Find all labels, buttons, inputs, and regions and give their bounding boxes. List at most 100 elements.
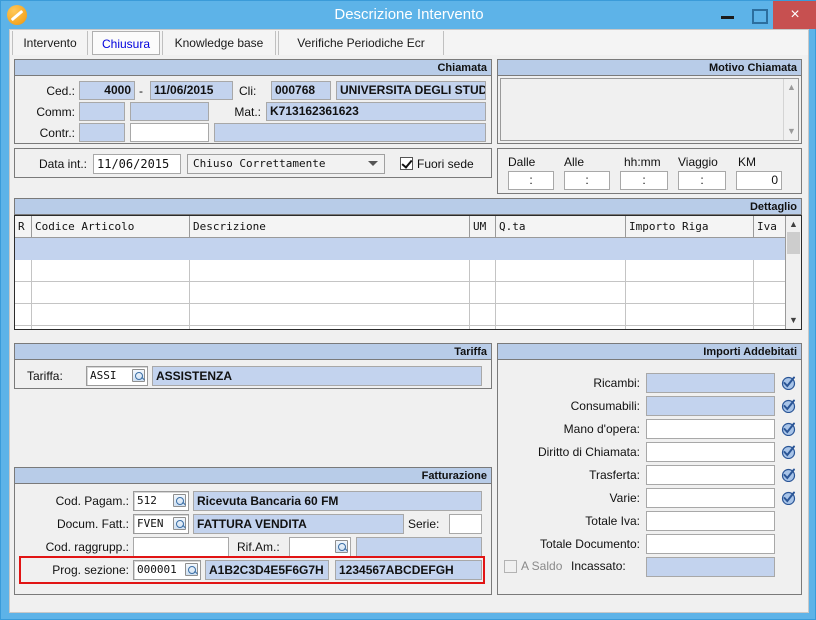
- field-cli-name[interactable]: UNIVERSITA DEGLI STUDI: [336, 81, 486, 100]
- scrollbar-thumb[interactable]: [787, 232, 800, 254]
- table-row[interactable]: [15, 238, 786, 260]
- group-chiamata-title: Chiamata: [15, 60, 491, 76]
- label-alle: Alle: [564, 155, 585, 169]
- application-window: Descrizione Intervento × Intervento Chiu…: [0, 0, 816, 620]
- field-contr-desc[interactable]: [214, 123, 486, 142]
- label-diritto-chiamata: Diritto di Chiamata:: [537, 445, 640, 459]
- field-cli-code[interactable]: 000768: [271, 81, 331, 100]
- field-prog-sezione-2[interactable]: A1B2C3D4E5F6G7H: [205, 560, 329, 580]
- field-ced-date[interactable]: 11/06/2015: [150, 81, 233, 100]
- label-mano-opera: Mano d'opera:: [563, 422, 640, 436]
- textarea-motivo-chiamata[interactable]: ▲ ▼: [500, 78, 799, 141]
- tab-bar: Intervento Chiusura Knowledge base Verif…: [9, 29, 809, 55]
- field-hhmm[interactable]: :: [620, 171, 668, 190]
- field-docum-fatt-code-value: FVEN: [137, 517, 164, 530]
- col-header-descrizione[interactable]: Descrizione: [190, 216, 470, 237]
- field-consumabili[interactable]: [646, 396, 775, 416]
- col-header-iva[interactable]: Iva: [754, 216, 786, 237]
- field-serie[interactable]: [449, 514, 482, 534]
- field-incassato[interactable]: [646, 557, 775, 577]
- scroll-up-icon[interactable]: ▲: [788, 219, 799, 230]
- select-stato-chiusura[interactable]: Chiuso Correttamente: [187, 154, 385, 174]
- field-contr-ref[interactable]: [130, 123, 209, 142]
- field-diritto-chiamata[interactable]: [646, 442, 775, 462]
- check-circle-icon[interactable]: [781, 398, 796, 414]
- search-icon[interactable]: [185, 563, 198, 576]
- label-a-saldo: A Saldo: [521, 559, 563, 573]
- label-km: KM: [738, 155, 756, 169]
- field-mat[interactable]: K713162361623: [266, 102, 486, 121]
- group-fatturazione: Fatturazione Cod. Pagam.: 512 Ricevuta B…: [14, 467, 492, 595]
- field-totale-iva[interactable]: [646, 511, 775, 531]
- col-header-um[interactable]: UM: [470, 216, 496, 237]
- field-totale-documento[interactable]: [646, 534, 775, 554]
- field-cod-pagam-code[interactable]: 512: [133, 491, 189, 511]
- field-cod-pagam-desc[interactable]: Ricevuta Bancaria 60 FM: [193, 491, 482, 511]
- group-dettaglio-title: Dettaglio: [15, 199, 801, 215]
- field-docum-fatt-code[interactable]: FVEN: [133, 514, 189, 534]
- col-header-r[interactable]: R: [15, 216, 32, 237]
- group-tempi: Dalle : Alle : hh:mm : Viaggio : KM 0: [497, 148, 802, 194]
- scroll-down-icon[interactable]: ▼: [786, 126, 797, 137]
- group-motivo-title: Motivo Chiamata: [498, 60, 801, 76]
- close-button[interactable]: ×: [773, 1, 816, 29]
- search-icon[interactable]: [132, 369, 145, 382]
- tab-knowledge-base[interactable]: Knowledge base: [162, 31, 276, 55]
- scroll-up-icon[interactable]: ▲: [786, 82, 797, 93]
- field-rif-am-code[interactable]: [289, 537, 351, 557]
- field-rif-am-desc[interactable]: [356, 537, 482, 557]
- title-bar: Descrizione Intervento ×: [1, 1, 816, 29]
- check-circle-icon[interactable]: [781, 444, 796, 460]
- field-varie[interactable]: [646, 488, 775, 508]
- search-icon[interactable]: [173, 517, 186, 530]
- col-header-codice-articolo[interactable]: Codice Articolo: [32, 216, 190, 237]
- col-header-qta[interactable]: Q.ta: [496, 216, 626, 237]
- minimize-button[interactable]: [713, 1, 743, 29]
- field-dalle[interactable]: :: [508, 171, 554, 190]
- table-row[interactable]: [15, 304, 786, 326]
- field-comm-code[interactable]: [79, 102, 125, 121]
- table-scrollbar[interactable]: ▲ ▼: [785, 216, 801, 329]
- field-docum-fatt-desc[interactable]: FATTURA VENDITA: [193, 514, 404, 534]
- table-row[interactable]: [15, 282, 786, 304]
- table-dettaglio[interactable]: R Codice Articolo Descrizione UM Q.ta Im…: [14, 215, 802, 330]
- group-importi-title: Importi Addebitati: [498, 344, 801, 360]
- check-circle-icon[interactable]: [781, 490, 796, 506]
- field-cod-raggrupp[interactable]: [133, 537, 229, 557]
- label-hhmm: hh:mm: [624, 155, 661, 169]
- table-row[interactable]: [15, 260, 786, 282]
- field-km[interactable]: 0: [736, 171, 782, 190]
- group-chiamata: Chiamata Ced.: 4000 - 11/06/2015 Cli: 00…: [14, 59, 492, 144]
- tab-verifiche-periodiche-ecr[interactable]: Verifiche Periodiche Ecr: [278, 31, 444, 55]
- check-circle-icon[interactable]: [781, 375, 796, 391]
- label-trasferta: Trasferta:: [589, 468, 640, 482]
- field-mano-opera[interactable]: [646, 419, 775, 439]
- field-prog-sezione-3[interactable]: 1234567ABCDEFGH: [335, 560, 482, 580]
- field-prog-sezione[interactable]: 000001: [133, 560, 201, 580]
- field-data-int[interactable]: 11/06/2015: [93, 154, 181, 174]
- col-header-importo-riga[interactable]: Importo Riga: [626, 216, 754, 237]
- scroll-down-icon[interactable]: ▼: [788, 315, 799, 326]
- field-viaggio[interactable]: :: [678, 171, 726, 190]
- field-contr-code[interactable]: [79, 123, 125, 142]
- field-trasferta[interactable]: [646, 465, 775, 485]
- maximize-button[interactable]: [743, 1, 773, 29]
- field-tariffa-code[interactable]: ASSI: [86, 366, 148, 386]
- label-cod-raggrupp: Cod. raggrupp.:: [45, 540, 129, 554]
- tab-intervento[interactable]: Intervento: [12, 31, 88, 55]
- field-comm-name[interactable]: [130, 102, 209, 121]
- check-circle-icon[interactable]: [781, 421, 796, 437]
- field-alle[interactable]: :: [564, 171, 610, 190]
- checkbox-fuori-sede[interactable]: [400, 157, 413, 170]
- field-ced-code[interactable]: 4000: [79, 81, 135, 100]
- table-row[interactable]: [15, 326, 786, 329]
- check-circle-icon[interactable]: [781, 467, 796, 483]
- checkbox-a-saldo[interactable]: [504, 560, 517, 573]
- motivo-scrollbar[interactable]: ▲ ▼: [783, 79, 798, 140]
- search-icon[interactable]: [335, 540, 348, 553]
- group-fatturazione-title: Fatturazione: [15, 468, 491, 484]
- tab-chiusura[interactable]: Chiusura: [92, 31, 160, 55]
- field-ricambi[interactable]: [646, 373, 775, 393]
- field-tariffa-descrizione[interactable]: ASSISTENZA: [152, 366, 482, 386]
- search-icon[interactable]: [173, 494, 186, 507]
